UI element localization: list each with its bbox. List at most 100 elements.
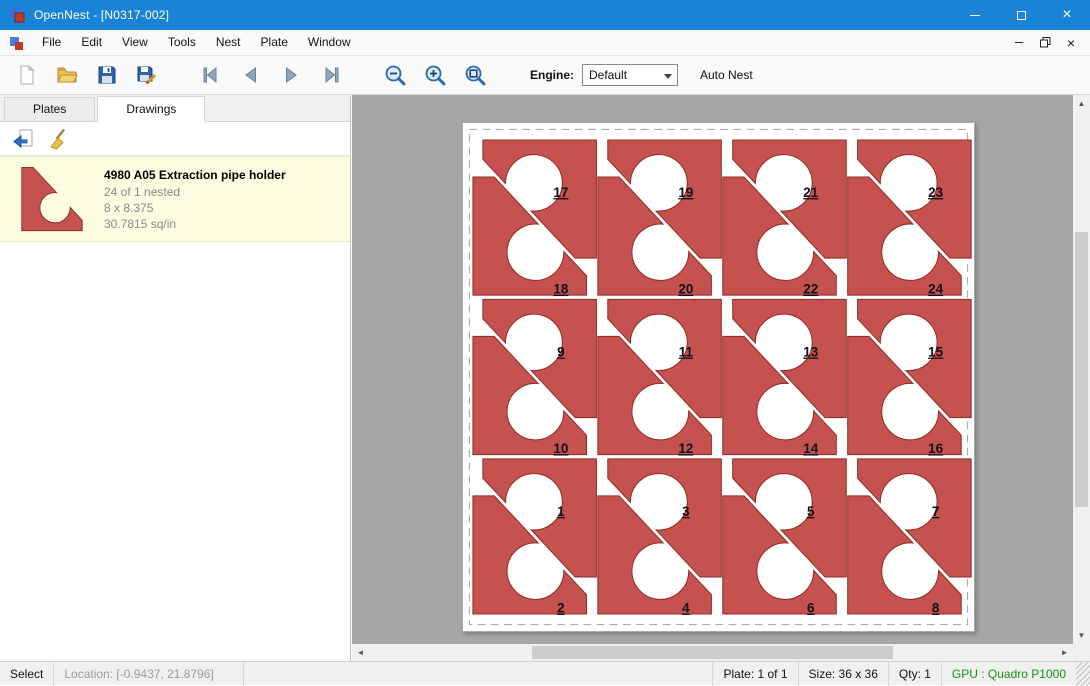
main-toolbar: Engine: Default Auto Nest bbox=[0, 56, 1090, 95]
menu-window[interactable]: Window bbox=[298, 30, 361, 56]
zoom-fit-icon bbox=[463, 63, 487, 87]
engine-value: Default bbox=[589, 68, 627, 82]
status-bar: Select Location: [-0.9437, 21.8796] Plat… bbox=[0, 661, 1090, 685]
part-number: 7 bbox=[932, 504, 940, 519]
go-previous-button[interactable] bbox=[236, 60, 266, 90]
tab-plates[interactable]: Plates bbox=[4, 97, 95, 121]
part-number: 9 bbox=[557, 345, 565, 360]
auto-nest-button[interactable]: Auto Nest bbox=[700, 68, 753, 82]
new-button[interactable] bbox=[12, 60, 42, 90]
vertical-scroll-thumb[interactable] bbox=[1075, 232, 1088, 507]
scroll-left-arrow[interactable]: ◄ bbox=[352, 644, 369, 661]
scroll-down-arrow[interactable]: ▼ bbox=[1073, 627, 1090, 644]
horizontal-scroll-thumb[interactable] bbox=[532, 646, 893, 659]
menu-edit[interactable]: Edit bbox=[71, 30, 112, 56]
go-last-button[interactable] bbox=[316, 60, 346, 90]
drawing-list-item[interactable]: 4980 A05 Extraction pipe holder 24 of 1 … bbox=[0, 156, 350, 242]
menu-plate[interactable]: Plate bbox=[251, 30, 298, 56]
title-bar: OpenNest - [N0317-002] × bbox=[0, 0, 1090, 30]
save-button[interactable] bbox=[92, 60, 122, 90]
menu-file[interactable]: File bbox=[32, 30, 71, 56]
mdi-minimize-icon bbox=[1015, 42, 1023, 43]
save-icon bbox=[95, 63, 119, 87]
close-icon: × bbox=[1062, 7, 1071, 23]
minimize-icon bbox=[970, 15, 980, 16]
part-number: 17 bbox=[553, 185, 568, 200]
maximize-button[interactable] bbox=[998, 0, 1044, 30]
drawing-item-text: 4980 A05 Extraction pipe holder 24 of 1 … bbox=[96, 167, 286, 232]
scroll-up-arrow[interactable]: ▲ bbox=[1073, 95, 1090, 112]
save-edit-icon bbox=[135, 63, 159, 87]
part-thumbnail bbox=[8, 163, 96, 235]
mdi-restore-button[interactable] bbox=[1032, 32, 1058, 54]
menu-nest[interactable]: Nest bbox=[206, 30, 251, 56]
mdi-close-icon: × bbox=[1067, 36, 1075, 50]
plate[interactable]: 171819202122232491011121314151612345678 bbox=[462, 122, 975, 632]
window-title: OpenNest - [N0317-002] bbox=[34, 8, 169, 22]
mdi-restore-icon bbox=[1040, 37, 1051, 48]
minimize-button[interactable] bbox=[952, 0, 998, 30]
part-number: 16 bbox=[928, 441, 943, 456]
open-button[interactable] bbox=[52, 60, 82, 90]
sidebar: Plates Drawings 4980 A05 Extraction pipe… bbox=[0, 95, 351, 661]
zoom-fit-button[interactable] bbox=[460, 60, 490, 90]
part-number: 21 bbox=[803, 185, 819, 200]
clean-button[interactable] bbox=[44, 125, 74, 153]
vertical-scrollbar[interactable]: ▲ ▼ bbox=[1073, 95, 1090, 644]
menu-bar: File Edit View Tools Nest Plate Window × bbox=[0, 30, 1090, 56]
part-number: 2 bbox=[557, 601, 565, 616]
zoom-in-button[interactable] bbox=[420, 60, 450, 90]
sidebar-tabstrip: Plates Drawings bbox=[0, 95, 350, 122]
zoom-out-button[interactable] bbox=[380, 60, 410, 90]
part-number: 14 bbox=[803, 441, 819, 456]
statusbar-gpu: GPU : Quadro P1000 bbox=[941, 662, 1076, 686]
part-number: 8 bbox=[932, 601, 940, 616]
part-number: 20 bbox=[678, 282, 693, 297]
horizontal-scrollbar[interactable]: ◄ ► bbox=[352, 644, 1073, 661]
return-part-button[interactable] bbox=[8, 125, 38, 153]
status-location: Location: [-0.9437, 21.8796] bbox=[54, 662, 244, 686]
save-edit-button[interactable] bbox=[132, 60, 162, 90]
maximize-icon bbox=[1017, 11, 1026, 20]
part-number: 22 bbox=[803, 282, 818, 297]
go-first-button[interactable] bbox=[196, 60, 226, 90]
go-first-icon bbox=[199, 63, 223, 87]
part-number: 13 bbox=[803, 345, 818, 360]
chevron-down-icon bbox=[664, 74, 672, 79]
open-folder-icon bbox=[55, 63, 79, 87]
mdi-minimize-button[interactable] bbox=[1006, 32, 1032, 54]
close-button[interactable]: × bbox=[1044, 0, 1090, 30]
drawings-toolbar bbox=[0, 122, 350, 156]
scroll-right-arrow[interactable]: ► bbox=[1056, 644, 1073, 661]
part-number: 6 bbox=[807, 601, 815, 616]
zoom-out-icon bbox=[383, 63, 407, 87]
part-number: 11 bbox=[679, 345, 694, 360]
part-number: 23 bbox=[928, 185, 943, 200]
part-number: 1 bbox=[557, 504, 565, 519]
part-number: 4 bbox=[682, 601, 690, 616]
system-menu-icon[interactable] bbox=[9, 35, 25, 51]
engine-select[interactable]: Default bbox=[582, 64, 678, 86]
part-number: 24 bbox=[928, 282, 944, 297]
part-number: 10 bbox=[553, 441, 568, 456]
go-next-button[interactable] bbox=[276, 60, 306, 90]
drawing-nested-count: 24 of 1 nested bbox=[104, 184, 286, 200]
part-number: 18 bbox=[553, 282, 569, 297]
nest-canvas[interactable]: 171819202122232491011121314151612345678 … bbox=[352, 95, 1090, 661]
part-number: 19 bbox=[678, 185, 693, 200]
status-qty: Qty: 1 bbox=[888, 662, 941, 686]
mdi-close-button[interactable]: × bbox=[1058, 32, 1084, 54]
go-next-icon bbox=[279, 63, 303, 87]
menu-view[interactable]: View bbox=[112, 30, 158, 56]
menu-tools[interactable]: Tools bbox=[158, 30, 206, 56]
resize-grip[interactable] bbox=[1076, 662, 1090, 686]
engine-label: Engine: bbox=[530, 68, 574, 82]
part-number: 15 bbox=[928, 345, 944, 360]
part-number: 5 bbox=[807, 504, 815, 519]
go-previous-icon bbox=[239, 63, 263, 87]
drawing-size: 8 x 8.375 bbox=[104, 200, 286, 216]
broom-icon bbox=[47, 127, 71, 151]
tab-drawings[interactable]: Drawings bbox=[97, 96, 205, 122]
status-spacer bbox=[244, 662, 712, 686]
part-number: 12 bbox=[678, 441, 693, 456]
